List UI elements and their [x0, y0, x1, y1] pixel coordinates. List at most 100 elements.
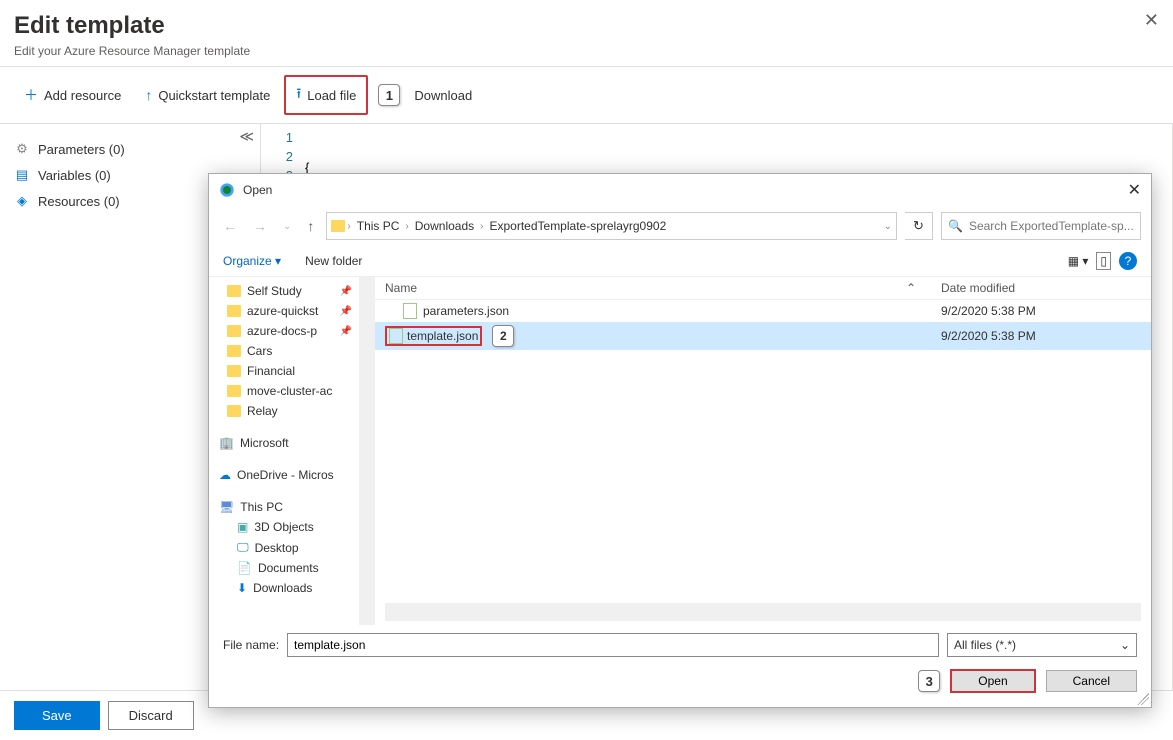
pin-icon: 📌 — [340, 306, 352, 317]
refresh-button[interactable]: ↻ — [905, 212, 933, 240]
resize-grip[interactable] — [1137, 693, 1149, 705]
horizontal-scrollbar[interactable] — [385, 603, 1141, 621]
filename-input[interactable] — [287, 633, 939, 657]
building-icon: 🏢 — [219, 436, 234, 450]
json-file-icon — [403, 303, 417, 319]
toolbar: ＋ Add resource ↑ Quickstart template ⭱ L… — [0, 67, 1173, 124]
help-icon[interactable]: ? — [1119, 252, 1137, 270]
list-header[interactable]: Name ⌃ Date modified — [375, 277, 1151, 300]
close-icon[interactable]: ✕ — [1144, 10, 1159, 31]
file-open-dialog: Open ✕ ← → ⌄ ↑ › This PC › Downloads › E… — [208, 173, 1152, 708]
search-placeholder: Search ExportedTemplate-sp... — [969, 219, 1134, 233]
up-arrow-icon: ↑ — [145, 87, 152, 103]
folder-icon — [227, 345, 241, 357]
file-date: 9/2/2020 5:38 PM — [941, 329, 1141, 343]
discard-button[interactable]: Discard — [108, 701, 194, 730]
download-button[interactable]: Download — [404, 82, 482, 109]
add-resource-label: Add resource — [44, 88, 121, 103]
page-subtitle: Edit your Azure Resource Manager templat… — [14, 44, 1159, 58]
add-resource-button[interactable]: ＋ Add resource — [14, 79, 131, 111]
organize-menu[interactable]: Organize ▾ — [223, 254, 281, 268]
back-icon[interactable]: ← — [219, 216, 241, 236]
cloud-icon: ☁ — [219, 468, 231, 482]
save-button[interactable]: Save — [14, 701, 100, 730]
tree-item[interactable]: Self Study📌 — [209, 281, 358, 301]
folder-icon — [227, 305, 241, 317]
edge-icon — [219, 182, 235, 198]
sidebar-variables-label: Variables (0) — [38, 168, 111, 183]
dialog-titlebar: Open ✕ — [209, 174, 1151, 206]
load-file-label: Load file — [307, 88, 356, 103]
callout-2: 2 — [492, 325, 514, 347]
tree-item[interactable]: 📄Documents — [209, 558, 358, 578]
tree-item[interactable]: Relay — [209, 401, 358, 421]
file-list: Name ⌃ Date modified parameters.json 9/2… — [375, 277, 1151, 625]
folder-icon — [227, 385, 241, 397]
dialog-toolbar: Organize ▾ New folder ▦ ▾ ▯ ? — [209, 246, 1151, 277]
tree-item[interactable]: Cars — [209, 341, 358, 361]
quickstart-button[interactable]: ↑ Quickstart template — [135, 81, 280, 109]
preview-pane-icon[interactable]: ▯ — [1096, 252, 1111, 270]
cancel-button[interactable]: Cancel — [1046, 670, 1137, 692]
tree-item[interactable]: Financial — [209, 361, 358, 381]
chevron-down-icon[interactable]: ⌄ — [279, 219, 295, 234]
folder-icon — [227, 365, 241, 377]
chevron-down-icon[interactable]: ⌄ — [884, 221, 892, 232]
file-name: parameters.json — [423, 304, 935, 318]
tree-item[interactable]: azure-docs-p📌 — [209, 321, 358, 341]
pc-icon: 🖥 — [219, 500, 234, 514]
tree-item[interactable]: ▣3D Objects — [209, 517, 358, 537]
page-header: Edit template Edit your Azure Resource M… — [0, 0, 1173, 67]
documents-icon: 📄 — [237, 561, 252, 575]
folder-icon — [227, 325, 241, 337]
gear-icon: ⚙ — [14, 141, 30, 157]
tree-scrollbar[interactable] — [359, 277, 375, 625]
breadcrumb-folder[interactable]: ExportedTemplate-sprelayrg0902 — [485, 219, 670, 233]
breadcrumb-pc[interactable]: This PC — [353, 219, 404, 233]
desktop-icon: 🖵 — [237, 540, 249, 555]
dialog-bottom: File name: All files (*.*) ⌄ 3 Open Canc… — [209, 625, 1151, 707]
sort-indicator: ⌃ — [881, 281, 941, 295]
dialog-close-icon[interactable]: ✕ — [1128, 180, 1141, 200]
load-file-button[interactable]: ⭱ Load file — [284, 75, 368, 115]
view-options-icon[interactable]: ▦ ▾ — [1068, 254, 1089, 268]
address-bar[interactable]: › This PC › Downloads › ExportedTemplate… — [326, 212, 897, 240]
sidebar-parameters-label: Parameters (0) — [38, 142, 125, 157]
plus-icon: ＋ — [24, 85, 38, 105]
tree-item-thispc[interactable]: 🖥This PC — [209, 497, 358, 517]
chevron-right-icon: › — [480, 221, 483, 232]
sidebar-item-parameters[interactable]: ⚙ Parameters (0) — [10, 136, 250, 162]
tree-item[interactable]: azure-quickst📌 — [209, 301, 358, 321]
tree-item-onedrive[interactable]: ☁OneDrive - Micros — [209, 465, 358, 485]
filename-label: File name: — [223, 638, 279, 652]
file-name: template.json — [407, 329, 478, 343]
col-name[interactable]: Name — [385, 281, 881, 295]
document-icon: ▤ — [14, 167, 30, 183]
filter-label: All files (*.*) — [954, 638, 1016, 652]
collapse-icon[interactable]: ≪ — [239, 128, 254, 145]
pin-icon: 📌 — [340, 286, 352, 297]
3d-icon: ▣ — [237, 520, 248, 534]
filetype-select[interactable]: All files (*.*) ⌄ — [947, 633, 1137, 657]
breadcrumb-downloads[interactable]: Downloads — [411, 219, 478, 233]
col-date[interactable]: Date modified — [941, 281, 1141, 295]
callout-3: 3 — [918, 670, 940, 692]
open-button[interactable]: Open — [950, 669, 1035, 693]
json-file-icon — [389, 328, 403, 344]
new-folder-button[interactable]: New folder — [305, 254, 362, 268]
file-row[interactable]: parameters.json 9/2/2020 5:38 PM — [375, 300, 1151, 322]
forward-icon[interactable]: → — [249, 216, 271, 236]
tree-item[interactable]: move-cluster-ac — [209, 381, 358, 401]
up-icon[interactable]: ↑ — [303, 216, 318, 236]
search-input[interactable]: 🔍 Search ExportedTemplate-sp... — [941, 212, 1141, 240]
chevron-right-icon: › — [405, 221, 408, 232]
file-row-selected[interactable]: template.json 2 9/2/2020 5:38 PM — [375, 322, 1151, 350]
folder-icon — [227, 405, 241, 417]
folder-tree[interactable]: Self Study📌 azure-quickst📌 azure-docs-p📌… — [209, 277, 359, 625]
search-icon: 🔍 — [948, 219, 963, 233]
chevron-down-icon: ⌄ — [1120, 638, 1130, 652]
tree-item[interactable]: 🖵Desktop — [209, 537, 358, 558]
tree-item-microsoft[interactable]: 🏢Microsoft — [209, 433, 358, 453]
folder-icon — [227, 285, 241, 297]
tree-item[interactable]: ⬇Downloads — [209, 578, 358, 598]
